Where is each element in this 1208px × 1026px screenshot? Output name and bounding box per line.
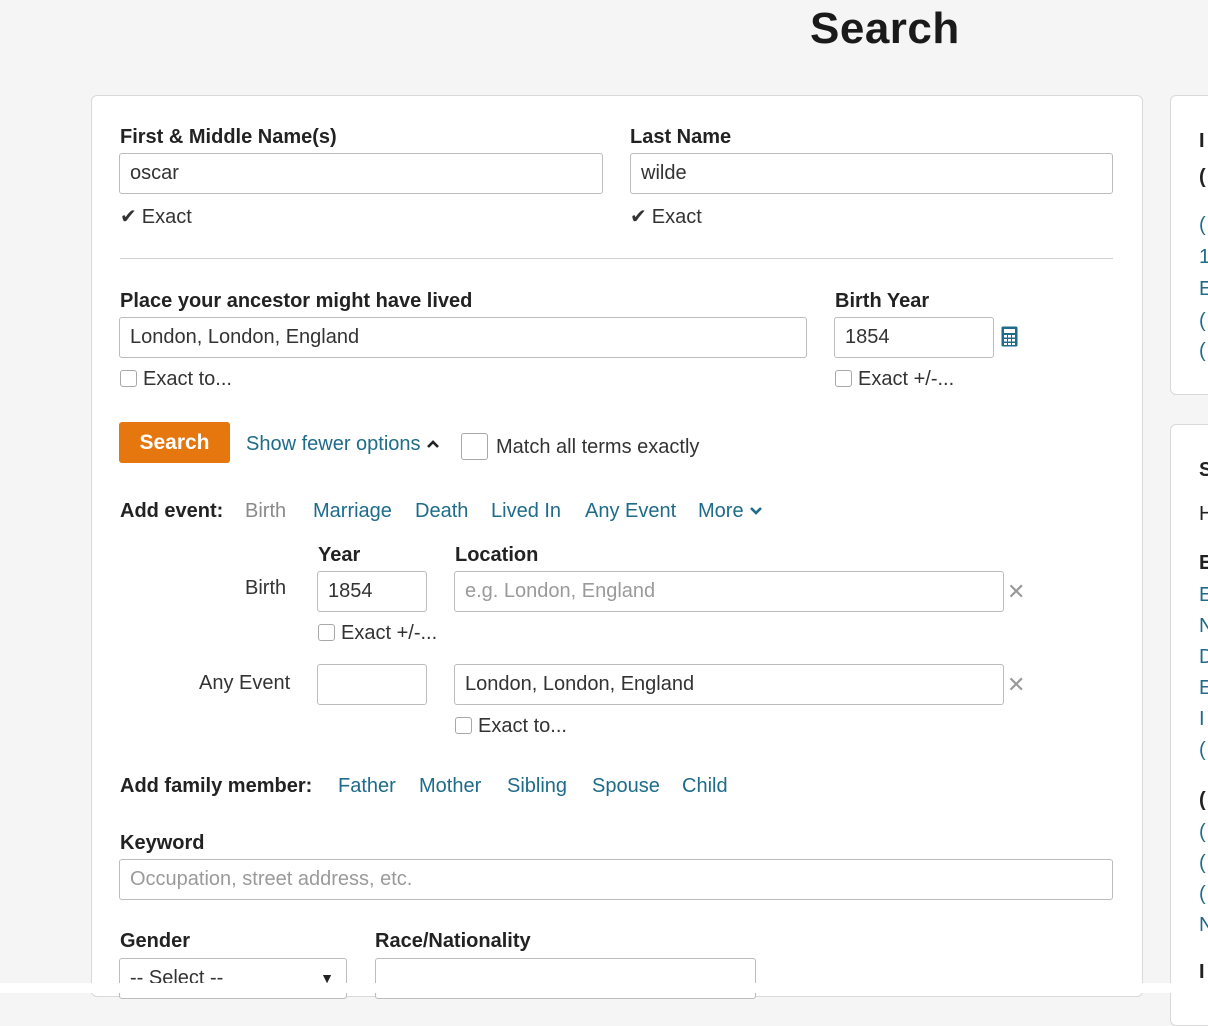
check-icon: ✔ [120, 206, 137, 228]
side-glyph: 1 [1199, 246, 1208, 269]
side-glyph: ( [1199, 789, 1206, 811]
add-family-child[interactable]: Child [682, 775, 728, 798]
first-name-exact[interactable]: ✔ Exact [120, 204, 192, 229]
side-glyph: N [1199, 914, 1208, 937]
section-divider [120, 258, 1113, 259]
last-name-label: Last Name [630, 126, 732, 148]
side-glyph: D [1199, 646, 1208, 669]
chevron-down-icon [750, 507, 763, 515]
side-glyph: ( [1199, 340, 1206, 362]
match-all-checkbox[interactable] [461, 433, 488, 460]
close-icon[interactable]: ✕ [1007, 579, 1025, 605]
side-glyph: I [1199, 708, 1205, 730]
place-label: Place your ancestor might have lived [120, 290, 473, 312]
any-event-year-input[interactable] [317, 664, 427, 705]
add-family-father[interactable]: Father [338, 775, 396, 798]
birth-event-exact-checkbox[interactable] [318, 624, 335, 641]
search-button[interactable]: Search [119, 422, 230, 463]
page-title: Search [810, 4, 960, 53]
side-panel-bottom: S H E E N D E I ( ( ( ( ( N I [1170, 424, 1208, 1026]
side-glyph: ( [1199, 883, 1206, 905]
side-glyph: N [1199, 615, 1208, 638]
chevron-up-icon [427, 440, 440, 448]
any-event-label: Any Event [199, 672, 291, 694]
show-fewer-options-link[interactable]: Show fewer options [246, 433, 440, 456]
birth-event-year-input[interactable] [317, 571, 427, 612]
place-exact-checkbox[interactable] [120, 370, 137, 387]
birth-year-input[interactable] [834, 317, 994, 358]
any-event-exact-checkbox[interactable] [455, 717, 472, 734]
birth-year-label: Birth Year [835, 290, 930, 312]
side-glyph: ( [1199, 852, 1206, 874]
check-icon: ✔ [630, 206, 647, 228]
add-family-spouse[interactable]: Spouse [592, 775, 660, 798]
add-event-label: Add event: [120, 500, 224, 522]
birth-event-exact-toggle[interactable]: Exact +/-... [318, 622, 437, 645]
side-glyph: E [1199, 552, 1208, 575]
birth-event-location-input[interactable] [454, 571, 1004, 612]
any-event-location-input[interactable] [454, 664, 1004, 705]
last-name-exact[interactable]: ✔ Exact [630, 204, 702, 229]
any-event-exact-toggle[interactable]: Exact to... [455, 715, 567, 738]
place-exact-toggle[interactable]: Exact to... [120, 368, 232, 391]
add-event-more[interactable]: More [698, 500, 763, 523]
match-all-toggle[interactable]: Match all terms exactly [461, 433, 699, 460]
first-name-input[interactable] [119, 153, 603, 194]
race-nationality-label: Race/Nationality [375, 930, 531, 952]
first-name-label: First & Middle Name(s) [120, 126, 337, 148]
add-family-mother[interactable]: Mother [419, 775, 481, 798]
side-glyph: E [1199, 278, 1208, 301]
side-panel-top: I ( ( 1 E ( ( [1170, 95, 1208, 395]
side-glyph: ( [1199, 739, 1206, 761]
side-glyph: ( [1199, 214, 1206, 236]
calendar-icon[interactable] [1001, 326, 1018, 347]
side-glyph: ( [1199, 310, 1206, 332]
side-glyph: H [1199, 503, 1208, 526]
gender-label: Gender [120, 930, 191, 952]
birth-event-label: Birth [245, 577, 287, 599]
side-glyph: E [1199, 677, 1208, 700]
add-event-marriage[interactable]: Marriage [313, 500, 392, 523]
add-family-label: Add family member: [120, 775, 313, 797]
keyword-label: Keyword [120, 832, 205, 854]
event-year-header: Year [318, 544, 361, 566]
place-input[interactable] [119, 317, 807, 358]
side-glyph: E [1199, 584, 1208, 607]
add-event-any-event[interactable]: Any Event [585, 500, 676, 523]
side-glyph: I [1199, 130, 1205, 152]
add-event-lived-in[interactable]: Lived In [491, 500, 561, 523]
add-event-birth: Birth [245, 500, 287, 522]
add-event-death[interactable]: Death [415, 500, 468, 523]
birth-year-exact-checkbox[interactable] [835, 370, 852, 387]
side-glyph: ( [1199, 821, 1206, 843]
side-glyph: I [1199, 961, 1205, 983]
event-location-header: Location [455, 544, 539, 566]
add-family-sibling[interactable]: Sibling [507, 775, 567, 798]
side-glyph: ( [1199, 166, 1206, 188]
keyword-input[interactable] [119, 859, 1113, 900]
side-glyph: S [1199, 459, 1208, 482]
close-icon[interactable]: ✕ [1007, 672, 1025, 698]
last-name-input[interactable] [630, 153, 1113, 194]
birth-year-exact-toggle[interactable]: Exact +/-... [835, 368, 954, 391]
bottom-edge [0, 983, 1208, 993]
